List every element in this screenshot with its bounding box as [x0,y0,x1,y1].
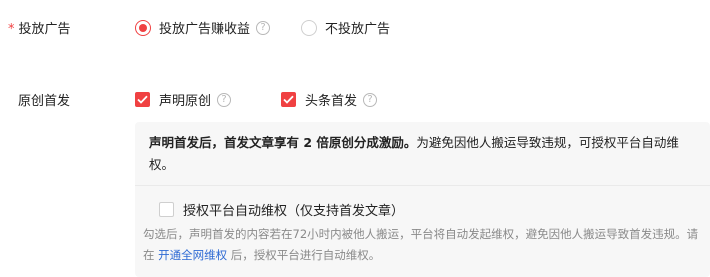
ad-label-text: 投放广告 [18,22,71,37]
checkbox-auto-protect-label: 授权平台自动维权（仅支持首发文章） [183,204,405,219]
radio-selected-icon [135,19,151,36]
checkbox-auto-protect[interactable]: 授权平台自动维权（仅支持首发文章） [159,200,404,219]
help-icon[interactable]: ? [363,92,378,107]
checkbox-toutiao-first-label: 头条首发 [305,94,358,109]
panel-bold-text: 声明首发后，首发文章享有 2 倍原创分成激励。 [149,135,417,150]
help-icon[interactable]: ? [256,20,271,35]
radio-ad-none-label: 不投放广告 [325,22,391,37]
checkbox-checked-icon [281,92,296,107]
radio-ad-earn[interactable]: 投放广告赚收益 ? [135,18,271,37]
desc-after: 后，授权平台进行自动维权。 [227,248,381,262]
checkbox-unchecked-icon [159,202,174,217]
enable-network-protect-link[interactable]: 开通全网维权 [158,248,227,262]
checkbox-checked-icon [135,92,150,107]
help-icon[interactable]: ? [217,92,232,107]
required-mark: * [8,22,15,37]
checkbox-declare-original[interactable]: 声明原创 ? [135,90,232,109]
checkbox-declare-original-label: 声明原创 [159,94,212,109]
original-label: 原创首发 [18,94,71,109]
checkbox-toutiao-first[interactable]: 头条首发 ? [281,90,378,109]
divider [135,185,710,186]
radio-unselected-icon [301,19,317,36]
radio-ad-earn-label: 投放广告赚收益 [159,22,251,37]
auto-protect-description: 勾选后，声明首发的内容若在72小时内被他人搬运，平台将自动发起维权，避免因他人搬… [143,224,703,266]
first-publish-info-panel: 声明首发后，首发文章享有 2 倍原创分成激励。为避免因他人搬运导致违规，可授权平… [135,122,710,277]
panel-text: 声明首发后，首发文章享有 2 倍原创分成激励。为避免因他人搬运导致违规，可授权平… [149,132,699,176]
ad-label: * 投放广告 [8,18,71,37]
radio-ad-none[interactable]: 不投放广告 [301,18,390,37]
